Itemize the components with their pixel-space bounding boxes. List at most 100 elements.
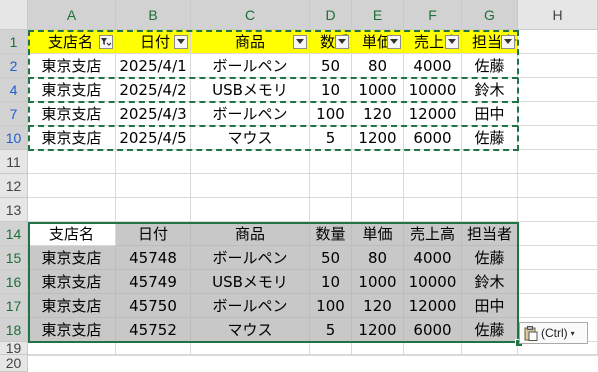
cell[interactable] bbox=[352, 355, 404, 356]
row-header-4[interactable]: 4 bbox=[0, 78, 28, 102]
filter-header-cell[interactable]: 商品 bbox=[191, 30, 310, 54]
column-header-b[interactable]: B bbox=[116, 0, 191, 30]
filter-table-cell[interactable]: 鈴木 bbox=[462, 78, 518, 102]
filter-header-cell[interactable]: 支店名 bbox=[28, 30, 116, 54]
cell[interactable] bbox=[28, 355, 116, 356]
cell[interactable] bbox=[191, 198, 310, 222]
filter-header-cell[interactable]: 単価 bbox=[352, 30, 404, 54]
filter-header-cell[interactable]: 売上高 bbox=[404, 30, 462, 54]
pasted-table-cell[interactable]: 10000 bbox=[404, 270, 462, 294]
paste-options-button[interactable]: (Ctrl) ▾ bbox=[519, 322, 588, 344]
row-header-18[interactable]: 18 bbox=[0, 318, 28, 342]
pasted-table-cell[interactable]: 5 bbox=[310, 318, 352, 342]
pasted-table-cell[interactable]: 東京支店 bbox=[28, 318, 116, 342]
pasted-table-cell[interactable]: 12000 bbox=[404, 294, 462, 318]
cell[interactable] bbox=[518, 222, 598, 246]
column-header-g[interactable]: G bbox=[462, 0, 518, 30]
pasted-table-cell[interactable]: 45748 bbox=[116, 246, 191, 270]
cell[interactable] bbox=[518, 126, 598, 150]
filter-table-cell[interactable]: ボールペン bbox=[191, 102, 310, 126]
cell[interactable] bbox=[462, 198, 518, 222]
row-header-11[interactable]: 11 bbox=[0, 150, 28, 174]
filter-table-cell[interactable]: 東京支店 bbox=[28, 102, 116, 126]
cell[interactable] bbox=[404, 198, 462, 222]
pasted-table-cell[interactable]: 10 bbox=[310, 270, 352, 294]
filter-table-cell[interactable]: USBメモリ bbox=[191, 78, 310, 102]
column-header-e[interactable]: E bbox=[352, 0, 404, 30]
filter-table-cell[interactable]: マウス bbox=[191, 126, 310, 150]
pasted-table-cell[interactable]: 1000 bbox=[352, 270, 404, 294]
row-header-1[interactable]: 1 bbox=[0, 30, 28, 54]
pasted-header-cell[interactable]: 単価 bbox=[352, 222, 404, 246]
filter-dropdown-icon[interactable] bbox=[501, 34, 515, 49]
cell[interactable] bbox=[462, 342, 518, 355]
pasted-table-cell[interactable]: 佐藤 bbox=[462, 246, 518, 270]
cell[interactable] bbox=[518, 78, 598, 102]
select-all-corner[interactable] bbox=[0, 0, 28, 30]
pasted-table-cell[interactable]: 4000 bbox=[404, 246, 462, 270]
filter-table-cell[interactable]: 120 bbox=[352, 102, 404, 126]
filter-table-cell[interactable]: 2025/4/5 bbox=[116, 126, 191, 150]
cell[interactable] bbox=[352, 150, 404, 174]
filter-table-cell[interactable]: 10 bbox=[310, 78, 352, 102]
cell[interactable] bbox=[462, 355, 518, 356]
cell[interactable] bbox=[28, 174, 116, 198]
cell[interactable] bbox=[518, 30, 598, 54]
filter-table-cell[interactable]: 1200 bbox=[352, 126, 404, 150]
filter-table-cell[interactable]: 2025/4/1 bbox=[116, 54, 191, 78]
filter-table-cell[interactable]: 東京支店 bbox=[28, 78, 116, 102]
column-header-a[interactable]: A bbox=[28, 0, 116, 30]
pasted-table-cell[interactable]: 東京支店 bbox=[28, 294, 116, 318]
cell[interactable] bbox=[191, 150, 310, 174]
filter-table-cell[interactable]: 4000 bbox=[404, 54, 462, 78]
pasted-table-cell[interactable]: ボールペン bbox=[191, 246, 310, 270]
pasted-table-cell[interactable]: 6000 bbox=[404, 318, 462, 342]
column-header-c[interactable]: C bbox=[191, 0, 310, 30]
pasted-table-cell[interactable]: 45752 bbox=[116, 318, 191, 342]
filter-table-cell[interactable]: 12000 bbox=[404, 102, 462, 126]
cell[interactable] bbox=[28, 342, 116, 355]
column-header-f[interactable]: F bbox=[404, 0, 462, 30]
row-header-15[interactable]: 15 bbox=[0, 246, 28, 270]
pasted-table-cell[interactable]: 45750 bbox=[116, 294, 191, 318]
cell[interactable] bbox=[518, 246, 598, 270]
cell[interactable] bbox=[404, 355, 462, 356]
row-header-17[interactable]: 17 bbox=[0, 294, 28, 318]
filter-table-cell[interactable]: 東京支店 bbox=[28, 126, 116, 150]
cell[interactable] bbox=[310, 355, 352, 356]
filter-table-cell[interactable]: 5 bbox=[310, 126, 352, 150]
cell[interactable] bbox=[116, 342, 191, 355]
cell[interactable] bbox=[191, 355, 310, 356]
cell[interactable] bbox=[462, 150, 518, 174]
pasted-table-cell[interactable]: 45749 bbox=[116, 270, 191, 294]
filter-dropdown-icon[interactable] bbox=[335, 34, 349, 49]
cell[interactable] bbox=[518, 174, 598, 198]
cell[interactable] bbox=[518, 355, 598, 356]
cell[interactable] bbox=[518, 102, 598, 126]
filter-table-cell[interactable]: 東京支店 bbox=[28, 54, 116, 78]
pasted-table-cell[interactable]: 東京支店 bbox=[28, 270, 116, 294]
cell[interactable] bbox=[352, 342, 404, 355]
cell[interactable] bbox=[404, 174, 462, 198]
filter-header-cell[interactable]: 担当者 bbox=[462, 30, 518, 54]
pasted-header-cell[interactable]: 支店名 bbox=[28, 222, 116, 246]
filter-header-cell[interactable]: 日付 bbox=[116, 30, 191, 54]
filter-table-cell[interactable]: 100 bbox=[310, 102, 352, 126]
cell[interactable] bbox=[116, 355, 191, 356]
row-header-19[interactable]: 19 bbox=[0, 342, 28, 355]
filter-dropdown-icon[interactable] bbox=[174, 34, 188, 49]
cell[interactable] bbox=[116, 198, 191, 222]
cell[interactable] bbox=[310, 150, 352, 174]
cell[interactable] bbox=[518, 270, 598, 294]
filter-table-cell[interactable]: 2025/4/3 bbox=[116, 102, 191, 126]
row-header-16[interactable]: 16 bbox=[0, 270, 28, 294]
pasted-table-cell[interactable]: 1200 bbox=[352, 318, 404, 342]
pasted-header-cell[interactable]: 日付 bbox=[116, 222, 191, 246]
pasted-header-cell[interactable]: 売上高 bbox=[404, 222, 462, 246]
pasted-table-cell[interactable]: USBメモリ bbox=[191, 270, 310, 294]
pasted-table-cell[interactable]: 120 bbox=[352, 294, 404, 318]
row-header-10[interactable]: 10 bbox=[0, 126, 28, 150]
cell[interactable] bbox=[116, 150, 191, 174]
cell[interactable] bbox=[116, 174, 191, 198]
filter-dropdown-icon[interactable] bbox=[387, 34, 401, 49]
